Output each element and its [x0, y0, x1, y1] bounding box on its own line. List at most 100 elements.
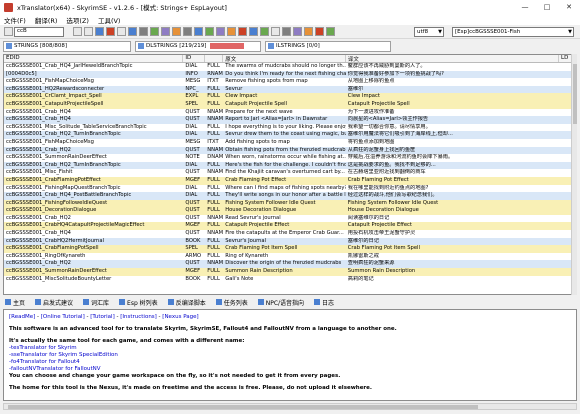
table-row[interactable]: ccBGSSSE001_SummonRainDeerEffect NOTE DNAM…: [4, 154, 576, 162]
lock-icon[interactable]: [216, 27, 225, 36]
table-row[interactable]: ccBGSSSE001_CatapultProjectileSpell SPEL F…: [4, 100, 576, 109]
tab-npc-voice[interactable]: NPC/语音指向: [257, 298, 304, 307]
table-row[interactable]: ccBGSSSE001_Crab_HQ4 QUST NNAM Report to Ja…: [4, 116, 576, 124]
tab-esp-tree[interactable]: Esp 树列表: [119, 298, 158, 307]
table-row[interactable]: ccBGSSSE001_Misc_Solitude_TableServiceBr…: [4, 123, 576, 132]
export-icon[interactable]: [172, 27, 181, 36]
table-row[interactable]: ccBGSSSE001_FishMapChoiceMsg MESG ITXT Remo…: [4, 78, 576, 86]
table-row[interactable]: ccBGSSSE001_Crab_HQ2_TurnInBranchTopic DI…: [4, 131, 576, 139]
save-icon[interactable]: [128, 27, 137, 36]
menu-tools[interactable]: 工具(V): [98, 15, 121, 25]
table-row[interactable]: ccBGSSSE001_Crab_HQ2_TurnInBranchTopic DI…: [4, 161, 576, 170]
table-row[interactable]: ccBGSSSE001_Crab_HQ4_PostBattleBranchTop…: [4, 192, 576, 200]
book-icon[interactable]: [293, 27, 302, 36]
table-row[interactable]: ccBGSSSE001_Crab_HQ4 QUST NNAM Fire the cat…: [4, 230, 576, 238]
scrollbar-thumb[interactable]: [573, 64, 577, 124]
menu-translate[interactable]: 翻译(R): [35, 15, 58, 25]
help-icon[interactable]: [326, 27, 335, 36]
table-row[interactable]: ccBGSSSE001_FishingFolloweIdleQuest QUST F…: [4, 199, 576, 208]
row-edid: ccBGSSSE001_Crab_HQ2: [6, 260, 71, 267]
row-subrecord: FULL: [207, 199, 220, 206]
table-row[interactable]: ccBGSSSE001_CrClamt_Impact_Spell EXPL FULL…: [4, 93, 576, 101]
dlstrings-icon: [138, 43, 144, 49]
dlstrings-progress: [210, 43, 245, 49]
table-row[interactable]: [0004D0c5] INFO RNAM Do you think I'm ready…: [4, 70, 576, 79]
col-sub[interactable]: [205, 55, 224, 62]
tutorial-link[interactable]: [Tutorial]: [90, 314, 115, 320]
tab-quests[interactable]: 任务列表: [215, 298, 248, 307]
search-input[interactable]: ccB: [14, 27, 64, 37]
star-icon[interactable]: [304, 27, 313, 36]
home-panel: [ReadMe] - [Online Tutorial] - [Tutorial…: [3, 309, 577, 401]
validate-icon[interactable]: [150, 27, 159, 36]
row-subrecord: ITXT: [207, 78, 219, 85]
tab-log[interactable]: 日志: [314, 298, 334, 307]
go-icon[interactable]: [84, 27, 93, 36]
table-row[interactable]: ccBGSSSE001_FishMapChoiceMsg MESG ITXT Add …: [4, 138, 576, 147]
tab-ilstrings[interactable]: ILSTRINGS [0/0]: [265, 40, 391, 52]
table-header: EDID ID 原文 译文 LD: [4, 55, 576, 63]
grid-icon[interactable]: [282, 27, 291, 36]
table-row[interactable]: ccBGSSSE001_Crab_HQ4_JarlHeweldBranchTop…: [4, 63, 576, 71]
translate-icon[interactable]: [205, 27, 214, 36]
horizontal-scrollbar[interactable]: [3, 403, 577, 410]
table-row[interactable]: ccBGSSSE001_FishingMapQuestBranchTopic DI…: [4, 184, 576, 193]
menu-options[interactable]: 选项(Z): [66, 15, 89, 25]
instructions-link[interactable]: [Instructions]: [120, 314, 157, 320]
check-icon[interactable]: [260, 27, 269, 36]
table-row[interactable]: ccBGSSSE001_CrabHQ2HermitJournal BOOK FULL…: [4, 237, 576, 246]
online-tutorial-link[interactable]: [Online Tutorial]: [41, 314, 85, 320]
tools-icon[interactable]: [139, 27, 148, 36]
tab-heuristic-label: 启发式建议: [43, 299, 74, 307]
search-mode-icon[interactable]: [4, 27, 13, 36]
close-button[interactable]: ✕: [558, 0, 580, 14]
table-row[interactable]: ccBGSSSE001_Crab_HQ2 QUST NNAM Read Sevrur'…: [4, 214, 576, 223]
file-select[interactable]: [Esp]ccBGSSSE001-Fish ▼: [452, 26, 574, 37]
scrollbar-thumb[interactable]: [8, 405, 478, 409]
table-row[interactable]: ccBGSSSE001_SummonRainDeerEffect MGEF FULL…: [4, 268, 576, 276]
minimize-button[interactable]: —: [514, 0, 536, 14]
tab-decompile[interactable]: 反编译脚本: [167, 298, 206, 307]
table-row[interactable]: ccBGSSSE001_CrabHQ4CatapultProjectileMag…: [4, 222, 576, 231]
encoding-select[interactable]: utf8 ▼: [414, 26, 444, 37]
table-row[interactable]: ccBGSSSE001_CrabFlamingPotSpell SPEL FULL C…: [4, 245, 576, 253]
menu-file[interactable]: 文件(F): [4, 15, 26, 25]
col-id[interactable]: ID: [183, 55, 206, 62]
tab-heuristic[interactable]: 启发式建议: [35, 298, 73, 307]
warning-icon[interactable]: [238, 27, 247, 36]
nexus-link[interactable]: [Nexus Page]: [162, 314, 198, 320]
table-row[interactable]: ccBGSSSE001_MiscSolitudeBountyLetter BOOK…: [4, 275, 576, 284]
list-icon[interactable]: [117, 27, 126, 36]
maximize-button[interactable]: □: [536, 0, 558, 14]
table-row[interactable]: ccBGSSSE001_HQ2Rewardsconnecter NPC_ FULL S…: [4, 85, 576, 94]
table-row[interactable]: ccBGSSSE001_Misc_Fishit QUST NNAM Find the …: [4, 169, 576, 177]
row-translation-text: 穿戴后,在溢养游泳和河流钓鱼时会降下暴雨。: [347, 154, 454, 161]
table-row[interactable]: ccBGSSSE001_Crab_HQ2 QUST NNAM Discover the…: [4, 260, 576, 269]
row-edid: ccBGSSSE001_CrabHQ2HermitJournal: [6, 237, 104, 244]
table-row[interactable]: ccBGSSSE001_Crab_HQ2 QUST NNAM Obtain fishi…: [4, 146, 576, 155]
delete-icon[interactable]: [315, 27, 324, 36]
table-row[interactable]: ccBGSSSE001_DecorationDialogue QUST FULL Ho…: [4, 207, 576, 215]
compare-icon[interactable]: [194, 27, 203, 36]
col-edid[interactable]: EDID: [4, 55, 184, 62]
dict-icon[interactable]: [161, 27, 170, 36]
tab-strings[interactable]: STRINGS [808/808]: [3, 40, 131, 52]
col-source[interactable]: 原文: [223, 55, 346, 62]
col-translation[interactable]: 译文: [346, 55, 560, 62]
workspace-text: You can choose and change your game work…: [9, 373, 341, 379]
tab-home[interactable]: 主页: [5, 298, 25, 307]
tab-dlstrings[interactable]: DLSTRINGS [219/219]: [135, 40, 261, 52]
table-row[interactable]: ccBGSSSE001_Crab_HQ4 QUST NNAM Prepare for …: [4, 108, 576, 117]
filter-icon[interactable]: [95, 27, 104, 36]
table-row[interactable]: ccBGSSSE001_RingOfKynareth ARMO FULL Ring o…: [4, 252, 576, 261]
readme-link[interactable]: [ReadMe]: [9, 314, 35, 320]
zoom-icon[interactable]: [271, 27, 280, 36]
flag-icon[interactable]: [227, 27, 236, 36]
options-icon[interactable]: [183, 27, 192, 36]
table-row[interactable]: ccBGSSSE001_CrabFlamingPotEffect MGEF FULL…: [4, 176, 576, 185]
stop-icon[interactable]: [106, 27, 115, 36]
refresh-icon[interactable]: [249, 27, 258, 36]
vertical-scrollbar[interactable]: [571, 54, 577, 295]
search-options-icon[interactable]: [73, 27, 82, 36]
tab-vocab[interactable]: 词汇库: [83, 298, 109, 307]
